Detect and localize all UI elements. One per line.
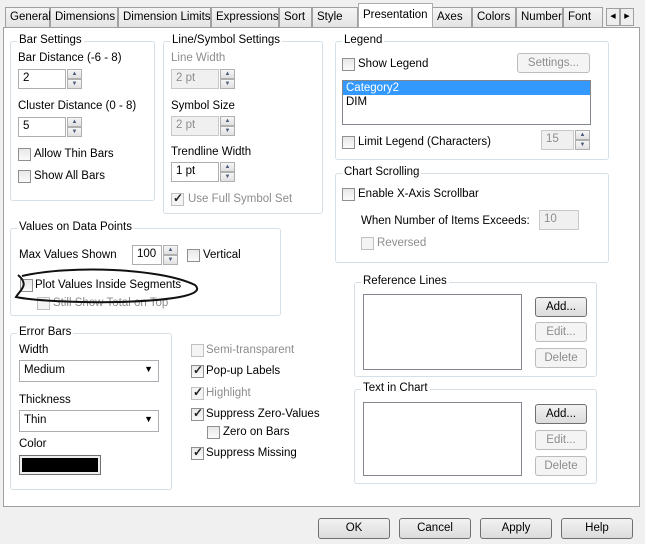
cancel-button[interactable]: Cancel [399, 518, 471, 539]
popup-labels-label: Pop-up Labels [206, 365, 281, 377]
apply-button[interactable]: Apply [480, 518, 552, 539]
text-add-button[interactable]: Add... [535, 404, 587, 424]
reference-delete-button[interactable]: Delete [535, 348, 587, 368]
color-swatch-button[interactable] [19, 455, 101, 475]
highlight-checkbox[interactable] [191, 385, 204, 400]
chevron-down-icon: ▼ [144, 414, 153, 424]
chevron-down-icon: ▼ [144, 364, 153, 374]
reference-lines-list[interactable] [363, 294, 522, 370]
highlight-label: Highlight [206, 387, 251, 399]
group-title: Text in Chart [361, 382, 430, 394]
thickness-value: Thin [24, 414, 47, 426]
thickness-label: Thickness [19, 394, 71, 406]
popup-labels-checkbox[interactable] [191, 363, 204, 378]
width-label: Width [19, 344, 49, 356]
group-title: Error Bars [17, 326, 74, 338]
semi-transparent-label: Semi-transparent [206, 344, 295, 356]
semi-transparent-checkbox[interactable] [191, 344, 204, 357]
suppress-missing-label: Suppress Missing [206, 447, 297, 459]
group-title: Reference Lines [361, 275, 449, 287]
reference-edit-button[interactable]: Edit... [535, 322, 587, 342]
help-button[interactable]: Help [561, 518, 633, 539]
suppress-missing-checkbox[interactable] [191, 445, 204, 460]
tab-presentation[interactable]: Presentation [358, 3, 433, 28]
thickness-select[interactable]: Thin ▼ [19, 410, 159, 432]
text-in-chart-list[interactable] [363, 402, 522, 476]
zero-on-bars-checkbox[interactable] [207, 426, 220, 439]
reference-add-button[interactable]: Add... [535, 297, 587, 317]
suppress-zero-checkbox[interactable] [191, 406, 204, 421]
zero-on-bars-label: Zero on Bars [223, 426, 290, 438]
width-select[interactable]: Medium ▼ [19, 360, 159, 382]
text-edit-button[interactable]: Edit... [535, 430, 587, 450]
suppress-zero-label: Suppress Zero-Values [206, 408, 320, 420]
width-value: Medium [24, 364, 65, 376]
color-label: Color [19, 438, 47, 450]
ok-button[interactable]: OK [318, 518, 390, 539]
text-delete-button[interactable]: Delete [535, 456, 587, 476]
